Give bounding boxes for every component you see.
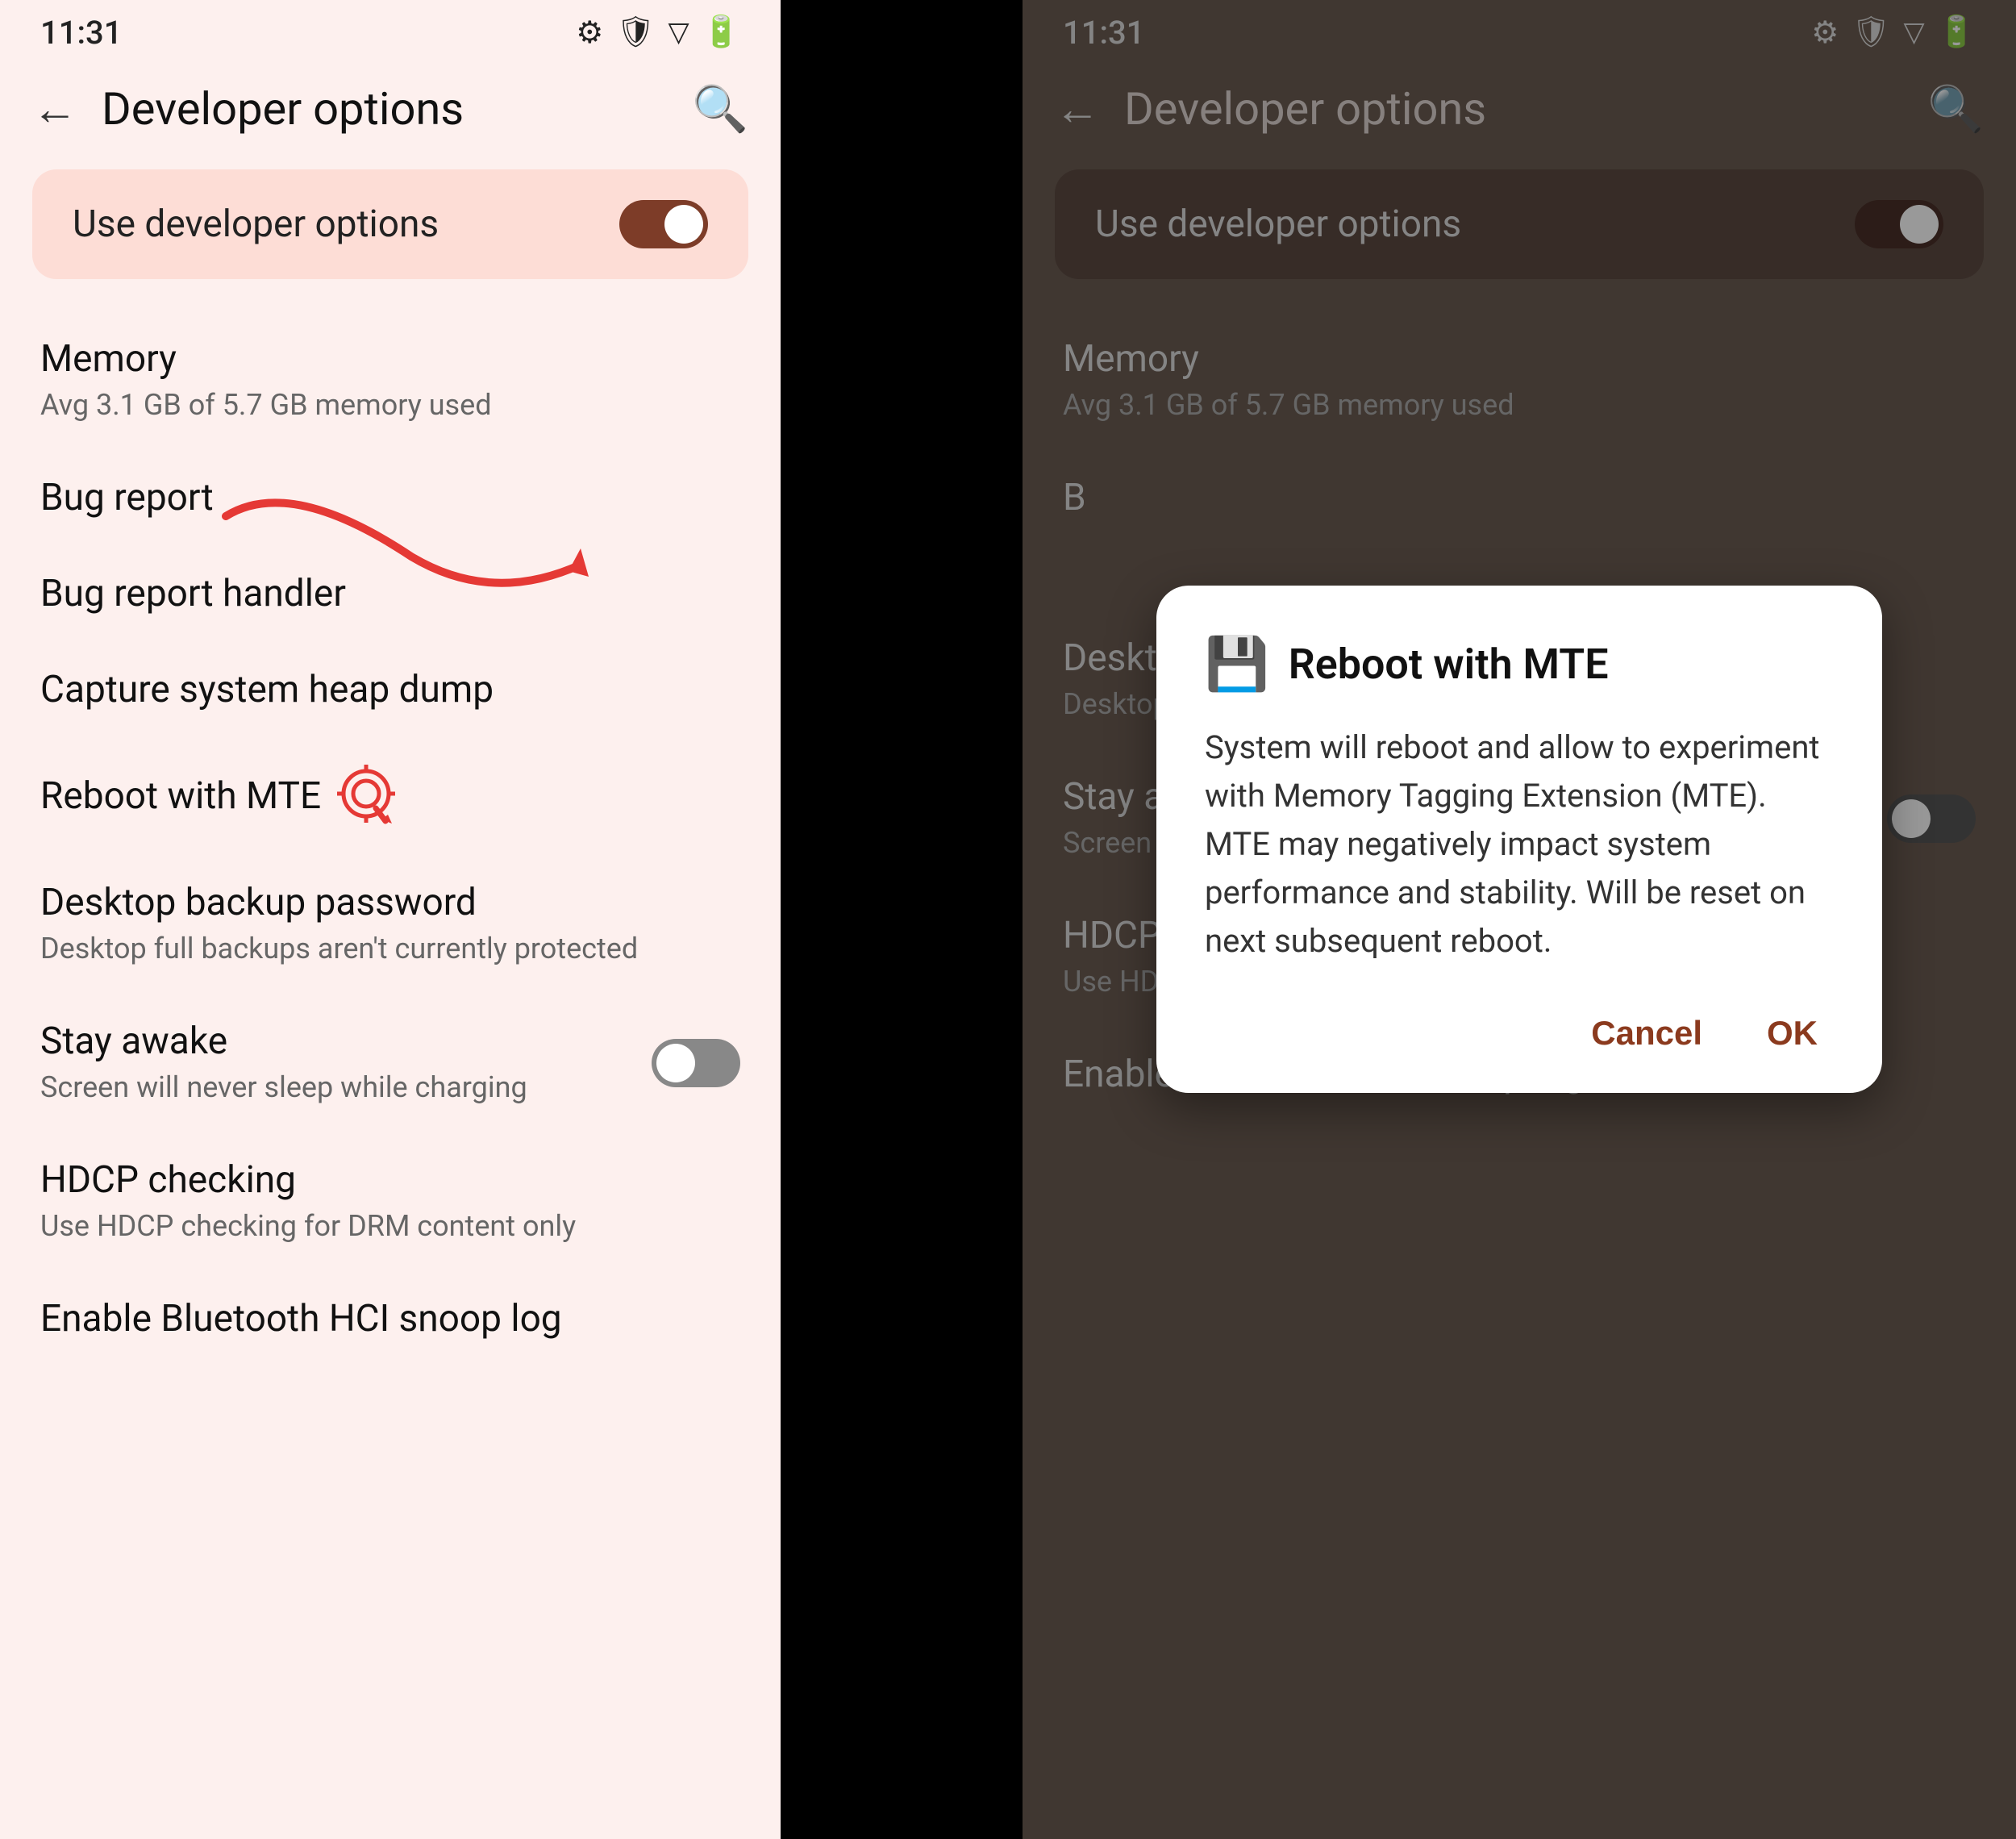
hdcp-title-left: HDCP checking: [40, 1158, 740, 1203]
dialog-overlay: 💾 Reboot with MTE System will reboot and…: [1023, 0, 2016, 1839]
divider: [781, 0, 1023, 1839]
dialog-title: Reboot with MTE: [1289, 640, 1609, 689]
click-icon-left: [337, 765, 402, 829]
list-item-bluetooth-left[interactable]: Enable Bluetooth HCI snoop log: [32, 1271, 748, 1367]
shield-icon-left: 🛡: [616, 15, 655, 50]
list-item-bug-report-left[interactable]: Bug report: [32, 450, 748, 546]
right-panel: 11:31 ⚙ 🛡 ▽ 🔋 ← Developer options 🔍 Use …: [1023, 0, 2016, 1839]
list-item-memory-left[interactable]: Memory Avg 3.1 GB of 5.7 GB memory used: [32, 311, 748, 450]
toggle-thumb-left: [664, 205, 703, 244]
backup-sub-left: Desktop full backups aren't currently pr…: [40, 930, 740, 968]
top-nav-left: ← Developer options 🔍: [0, 65, 781, 153]
list-item-heap-left[interactable]: Capture system heap dump: [32, 642, 748, 738]
battery-icon-left: 🔋: [702, 15, 740, 50]
dialog-body: System will reboot and allow to experime…: [1205, 724, 1834, 965]
list-item-backup-left[interactable]: Desktop backup password Desktop full bac…: [32, 855, 748, 994]
status-icons-left: ⚙ 🛡 ▽ 🔋: [576, 15, 740, 51]
status-bar-left: 11:31 ⚙ 🛡 ▽ 🔋: [0, 0, 781, 65]
list-item-stay-awake-left[interactable]: Stay awake Screen will never sleep while…: [32, 994, 748, 1132]
dev-options-toggle-left[interactable]: [619, 200, 708, 248]
page-title-left: Developer options: [102, 82, 668, 136]
memory-sub-left: Avg 3.1 GB of 5.7 GB memory used: [40, 386, 740, 424]
search-button-left[interactable]: 🔍: [684, 74, 756, 144]
hdcp-sub-left: Use HDCP checking for DRM content only: [40, 1207, 740, 1245]
list-item-hdcp-left[interactable]: HDCP checking Use HDCP checking for DRM …: [32, 1132, 748, 1271]
bug-handler-title-left: Bug report handler: [40, 572, 740, 616]
dev-options-label-left: Use developer options: [73, 202, 439, 246]
content-left: Use developer options Memory Avg 3.1 GB …: [0, 153, 781, 1839]
dialog-actions: Cancel OK: [1205, 1006, 1834, 1061]
dialog-header: 💾 Reboot with MTE: [1205, 634, 1834, 694]
stay-awake-thumb-left: [656, 1044, 695, 1082]
mte-title-left: Reboot with MTE: [40, 774, 321, 819]
bluetooth-title-left: Enable Bluetooth HCI snoop log: [40, 1297, 740, 1341]
left-panel: 11:31 ⚙ 🛡 ▽ 🔋 ← Developer options 🔍 Use …: [0, 0, 781, 1839]
stay-awake-title-left: Stay awake: [40, 1020, 652, 1064]
memory-title-left: Memory: [40, 337, 740, 382]
stay-awake-toggle-left[interactable]: [652, 1039, 740, 1087]
time-left: 11:31: [40, 14, 122, 52]
dialog-ok-button[interactable]: OK: [1751, 1006, 1834, 1061]
heap-title-left: Capture system heap dump: [40, 668, 740, 712]
dev-options-card-left[interactable]: Use developer options: [32, 169, 748, 279]
back-button-left[interactable]: ←: [24, 74, 85, 144]
settings-icon-left: ⚙: [576, 15, 603, 51]
list-item-mte-left[interactable]: Reboot with MTE: [32, 739, 748, 855]
wifi-icon-left: ▽: [669, 16, 689, 48]
bug-report-title-left: Bug report: [40, 476, 740, 520]
backup-title-left: Desktop backup password: [40, 881, 740, 925]
stay-awake-sub-left: Screen will never sleep while charging: [40, 1069, 652, 1107]
dialog-cancel-button[interactable]: Cancel: [1575, 1006, 1718, 1061]
dialog-reboot-icon: 💾: [1205, 634, 1269, 694]
reboot-mte-dialog: 💾 Reboot with MTE System will reboot and…: [1156, 586, 1882, 1093]
list-item-bug-handler-left[interactable]: Bug report handler: [32, 546, 748, 642]
